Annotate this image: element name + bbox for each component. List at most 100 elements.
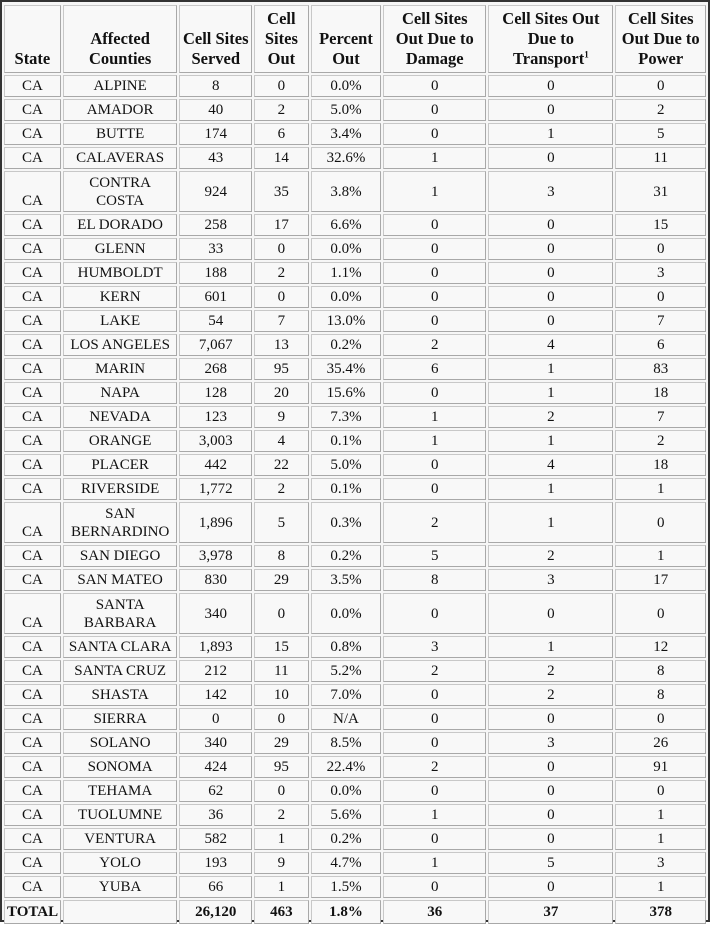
cell-out-transport: 2	[488, 406, 614, 428]
cell-cell-sites-out: 1	[254, 876, 309, 898]
table-row: CA SANTA BARBARA 340 0 0.0% 0 0 0	[4, 593, 706, 634]
cell-state: CA	[4, 262, 61, 284]
table-row: CA SHASTA 142 10 7.0% 0 2 8	[4, 684, 706, 706]
cell-county: NEVADA	[62, 406, 178, 428]
cell-county: KERN	[62, 286, 178, 308]
cell-state: CA	[4, 171, 61, 212]
cell-out-transport: 0	[488, 593, 614, 634]
cell-percent-out: 3.5%	[310, 569, 382, 591]
cell-out-power: 1	[615, 804, 706, 826]
cell-percent-out: 0.1%	[310, 430, 382, 452]
cell-state: CA	[4, 123, 61, 145]
cell-county: TUOLUMNE	[62, 804, 178, 826]
cell-cell-sites-out: 14	[254, 147, 309, 169]
cell-county: CONTRA COSTA	[62, 171, 178, 212]
cell-out-power: 3	[615, 852, 706, 874]
header-out-due-to-power: Cell Sites Out Due to Power	[615, 5, 706, 73]
cell-out-damage: 0	[383, 593, 487, 634]
cell-county: TEHAMA	[62, 780, 178, 802]
cell-cell-sites-served: 40	[179, 99, 253, 121]
cell-out-power: 0	[615, 708, 706, 730]
cell-cell-sites-out: 2	[254, 478, 309, 500]
cell-cell-sites-served: 142	[179, 684, 253, 706]
cell-cell-sites-out: 5	[254, 502, 309, 543]
cell-out-transport: 3	[488, 732, 614, 754]
cell-out-transport: 1	[488, 636, 614, 658]
table-row: CA ORANGE 3,003 4 0.1% 1 1 2	[4, 430, 706, 452]
cell-out-power: 11	[615, 147, 706, 169]
table-body: CA ALPINE 8 0 0.0% 0 0 0 CA AMADOR 40 2 5.0% 0 0 2 CA BUT…	[4, 75, 706, 924]
cell-out-damage: 0	[383, 454, 487, 476]
cell-cell-sites-served: 1,893	[179, 636, 253, 658]
cell-cell-sites-out: 6	[254, 123, 309, 145]
cell-cell-sites-out: 29	[254, 569, 309, 591]
cell-out-power: 8	[615, 660, 706, 682]
cell-out-power: 0	[615, 238, 706, 260]
cell-out-transport: 1	[488, 478, 614, 500]
cell-out-power: 15	[615, 214, 706, 236]
cell-cell-sites-served: 128	[179, 382, 253, 404]
table-row: CA SIERRA 0 0 N/A 0 0 0	[4, 708, 706, 730]
cell-cell-sites-served: 424	[179, 756, 253, 778]
table-row: CA SOLANO 340 29 8.5% 0 3 26	[4, 732, 706, 754]
cell-out-power: 18	[615, 454, 706, 476]
cell-out-power: 18	[615, 382, 706, 404]
table-row: CA BUTTE 174 6 3.4% 0 1 5	[4, 123, 706, 145]
cell-cell-sites-served: 830	[179, 569, 253, 591]
cell-out-power: 31	[615, 171, 706, 212]
header-row: State Affected Counties Cell Sites Serve…	[4, 5, 706, 73]
table-row: CA KERN 601 0 0.0% 0 0 0	[4, 286, 706, 308]
cell-out-power: 2	[615, 99, 706, 121]
cell-out-transport: 0	[488, 804, 614, 826]
cell-percent-out: 5.0%	[310, 99, 382, 121]
cell-out-transport: 0	[488, 214, 614, 236]
cell-out-transport: 4	[488, 334, 614, 356]
cell-state: CA	[4, 75, 61, 97]
cell-out-power: 1	[615, 478, 706, 500]
table-row: CA SANTA CRUZ 212 11 5.2% 2 2 8	[4, 660, 706, 682]
cell-state: CA	[4, 286, 61, 308]
cell-county: NAPA	[62, 382, 178, 404]
cell-out-transport: 4	[488, 454, 614, 476]
cell-out-damage: 1	[383, 171, 487, 212]
cell-state: CA	[4, 406, 61, 428]
cell-state: CA	[4, 382, 61, 404]
cell-percent-out: 0.2%	[310, 334, 382, 356]
header-state: State	[4, 5, 61, 73]
cell-out-damage: 0	[383, 99, 487, 121]
cell-out-transport: 1	[488, 430, 614, 452]
table-row: CA LAKE 54 7 13.0% 0 0 7	[4, 310, 706, 332]
table-row: CA SAN BERNARDINO 1,896 5 0.3% 2 1 0	[4, 502, 706, 543]
cell-out-power: 0	[615, 286, 706, 308]
cell-county: RIVERSIDE	[62, 478, 178, 500]
table-row: CA YUBA 66 1 1.5% 0 0 1	[4, 876, 706, 898]
cell-cell-sites-served: 66	[179, 876, 253, 898]
cell-out-transport: 0	[488, 708, 614, 730]
cell-state: CA	[4, 545, 61, 567]
cell-state: CA	[4, 876, 61, 898]
cell-cell-sites-served: 442	[179, 454, 253, 476]
cell-out-transport: 37	[488, 900, 614, 924]
cell-out-damage: 3	[383, 636, 487, 658]
cell-cell-sites-out: 11	[254, 660, 309, 682]
table-row: CA SAN DIEGO 3,978 8 0.2% 5 2 1	[4, 545, 706, 567]
cell-percent-out: 22.4%	[310, 756, 382, 778]
cell-cell-sites-served: 212	[179, 660, 253, 682]
cell-site-outage-table: State Affected Counties Cell Sites Serve…	[2, 3, 708, 926]
cell-state: CA	[4, 569, 61, 591]
cell-county: SANTA CLARA	[62, 636, 178, 658]
cell-out-power: 7	[615, 406, 706, 428]
cell-out-damage: 0	[383, 382, 487, 404]
cell-state: CA	[4, 684, 61, 706]
cell-percent-out: 0.2%	[310, 545, 382, 567]
cell-cell-sites-out: 15	[254, 636, 309, 658]
cell-out-power: 1	[615, 828, 706, 850]
cell-county: BUTTE	[62, 123, 178, 145]
cell-out-transport: 1	[488, 358, 614, 380]
table-row: CA SAN MATEO 830 29 3.5% 8 3 17	[4, 569, 706, 591]
cell-out-transport: 1	[488, 123, 614, 145]
table-row: CA YOLO 193 9 4.7% 1 5 3	[4, 852, 706, 874]
cell-county: SOLANO	[62, 732, 178, 754]
cell-cell-sites-out: 29	[254, 732, 309, 754]
cell-county: VENTURA	[62, 828, 178, 850]
